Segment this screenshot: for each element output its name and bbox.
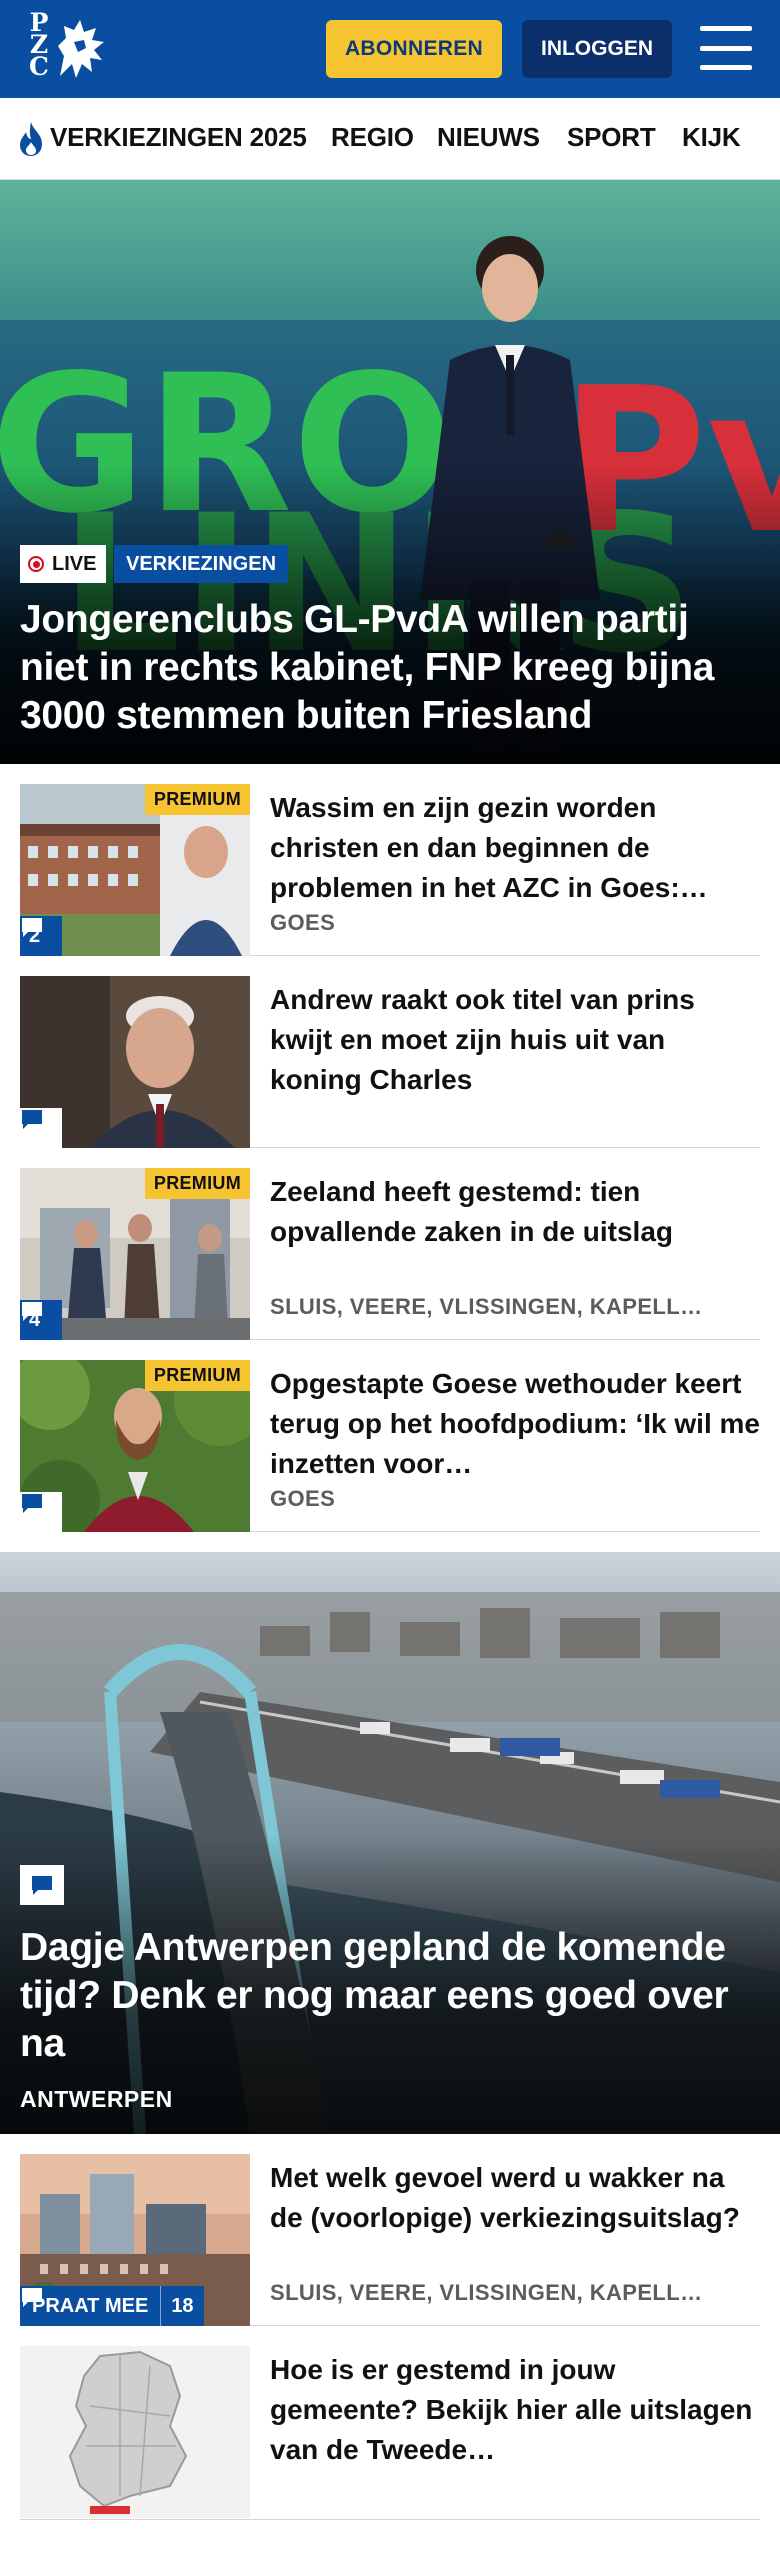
comment-count[interactable]	[20, 1108, 62, 1148]
comment-button[interactable]	[20, 1865, 64, 1905]
nav-item-verkiezingen[interactable]: VERKIEZINGEN 2025	[50, 122, 307, 153]
list-item[interactable]: PREMIUM 4 Zeeland heeft gestemd: tien op…	[20, 1148, 760, 1340]
article-title[interactable]: Met welk gevoel werd u wakker na de (voo…	[270, 2158, 760, 2238]
list-item[interactable]: Andrew raakt ook titel van prins kwijt e…	[20, 956, 760, 1148]
nav-item-nieuws[interactable]: NIEUWS	[437, 122, 540, 153]
subscribe-button[interactable]: ABONNEREN	[326, 20, 502, 78]
live-badge: LIVE	[20, 545, 107, 583]
article-title[interactable]: Zeeland heeft gestemd: tien opvallende z…	[270, 1172, 760, 1252]
feature-location: ANTWERPEN	[20, 2086, 173, 2112]
article-title[interactable]: Hoe is er gestemd in jouw gemeente? Beki…	[270, 2350, 760, 2470]
article-thumbnail	[20, 976, 250, 1148]
hero-title[interactable]: Jongerenclubs GL-PvdA willen partij niet…	[20, 596, 760, 740]
comment-count[interactable]	[20, 1492, 62, 1532]
article-title[interactable]: Wassim en zijn gezin worden christen en …	[270, 788, 760, 908]
section-badge[interactable]: VERKIEZINGEN	[114, 545, 289, 583]
feature-title[interactable]: Dagje Antwerpen gepland de komende tijd?…	[20, 1924, 760, 2068]
list-item[interactable]: PRAAT MEE 18 Met welk gevoel werd u wakk…	[20, 2134, 760, 2326]
nav-item-kijk[interactable]: KIJK	[682, 122, 741, 153]
comment-icon	[22, 1302, 42, 1321]
hero-article[interactable]: GROE LINKS PvdA LIVE VERKIEZINGEN Jonger…	[0, 180, 780, 764]
hamburger-menu-icon[interactable]	[700, 26, 752, 70]
article-thumbnail: PRAAT MEE 18	[20, 2154, 250, 2326]
feature-article[interactable]: Dagje Antwerpen gepland de komende tijd?…	[0, 1552, 780, 2134]
live-label: LIVE	[52, 552, 97, 575]
premium-badge: PREMIUM	[144, 784, 250, 815]
comment-icon	[32, 1876, 52, 1895]
top-header: P Z C ABONNEREN INLOGGEN	[0, 0, 780, 98]
nav-item-regio[interactable]: REGIO	[331, 122, 414, 153]
list-item[interactable]: PREMIUM 2 Wassim en zijn gezin worden ch…	[20, 764, 760, 956]
comment-icon	[22, 1494, 42, 1513]
section-nav: VERKIEZINGEN 2025 REGIO NIEUWS SPORT KIJ…	[0, 98, 780, 180]
list-item[interactable]: PREMIUM Opgestapte Goese wethouder keert…	[20, 1340, 760, 1532]
praat-mee-badge[interactable]: PRAAT MEE 18	[20, 2286, 204, 2326]
pzc-logo[interactable]: P Z C	[26, 8, 112, 88]
article-thumbnail: PREMIUM 2	[20, 784, 250, 956]
article-location: GOES	[270, 910, 336, 935]
comment-count[interactable]: 2	[20, 916, 62, 956]
article-title[interactable]: Andrew raakt ook titel van prins kwijt e…	[270, 980, 760, 1100]
article-location: SLUIS, VEERE, VLISSINGEN, KAPELL…	[270, 1294, 703, 1319]
nav-item-sport[interactable]: SPORT	[567, 122, 656, 153]
flame-icon	[20, 122, 42, 156]
logo-letters: P Z C	[29, 8, 49, 81]
comment-icon	[22, 918, 42, 937]
comment-icon	[22, 2288, 42, 2307]
article-thumbnail: PREMIUM 4	[20, 1168, 250, 1340]
comment-count[interactable]: 4	[20, 1300, 62, 1340]
article-thumbnail	[20, 2346, 250, 2518]
article-location: SLUIS, VEERE, VLISSINGEN, KAPELL…	[270, 2280, 703, 2305]
comment-icon	[22, 1110, 42, 1129]
live-dot-icon	[28, 556, 44, 572]
list-item[interactable]: Hoe is er gestemd in jouw gemeente? Beki…	[20, 2326, 760, 2520]
article-title[interactable]: Opgestapte Goese wethouder keert terug o…	[270, 1364, 760, 1484]
lion-logo-icon	[58, 20, 104, 78]
article-thumbnail: PREMIUM	[20, 1360, 250, 1532]
comment-count: 18	[22, 2288, 203, 2318]
premium-badge: PREMIUM	[144, 1360, 250, 1391]
article-location: GOES	[270, 1486, 336, 1511]
premium-badge: PREMIUM	[144, 1168, 250, 1199]
login-button[interactable]: INLOGGEN	[522, 20, 672, 78]
comment-count-value: 18	[171, 2294, 194, 2317]
